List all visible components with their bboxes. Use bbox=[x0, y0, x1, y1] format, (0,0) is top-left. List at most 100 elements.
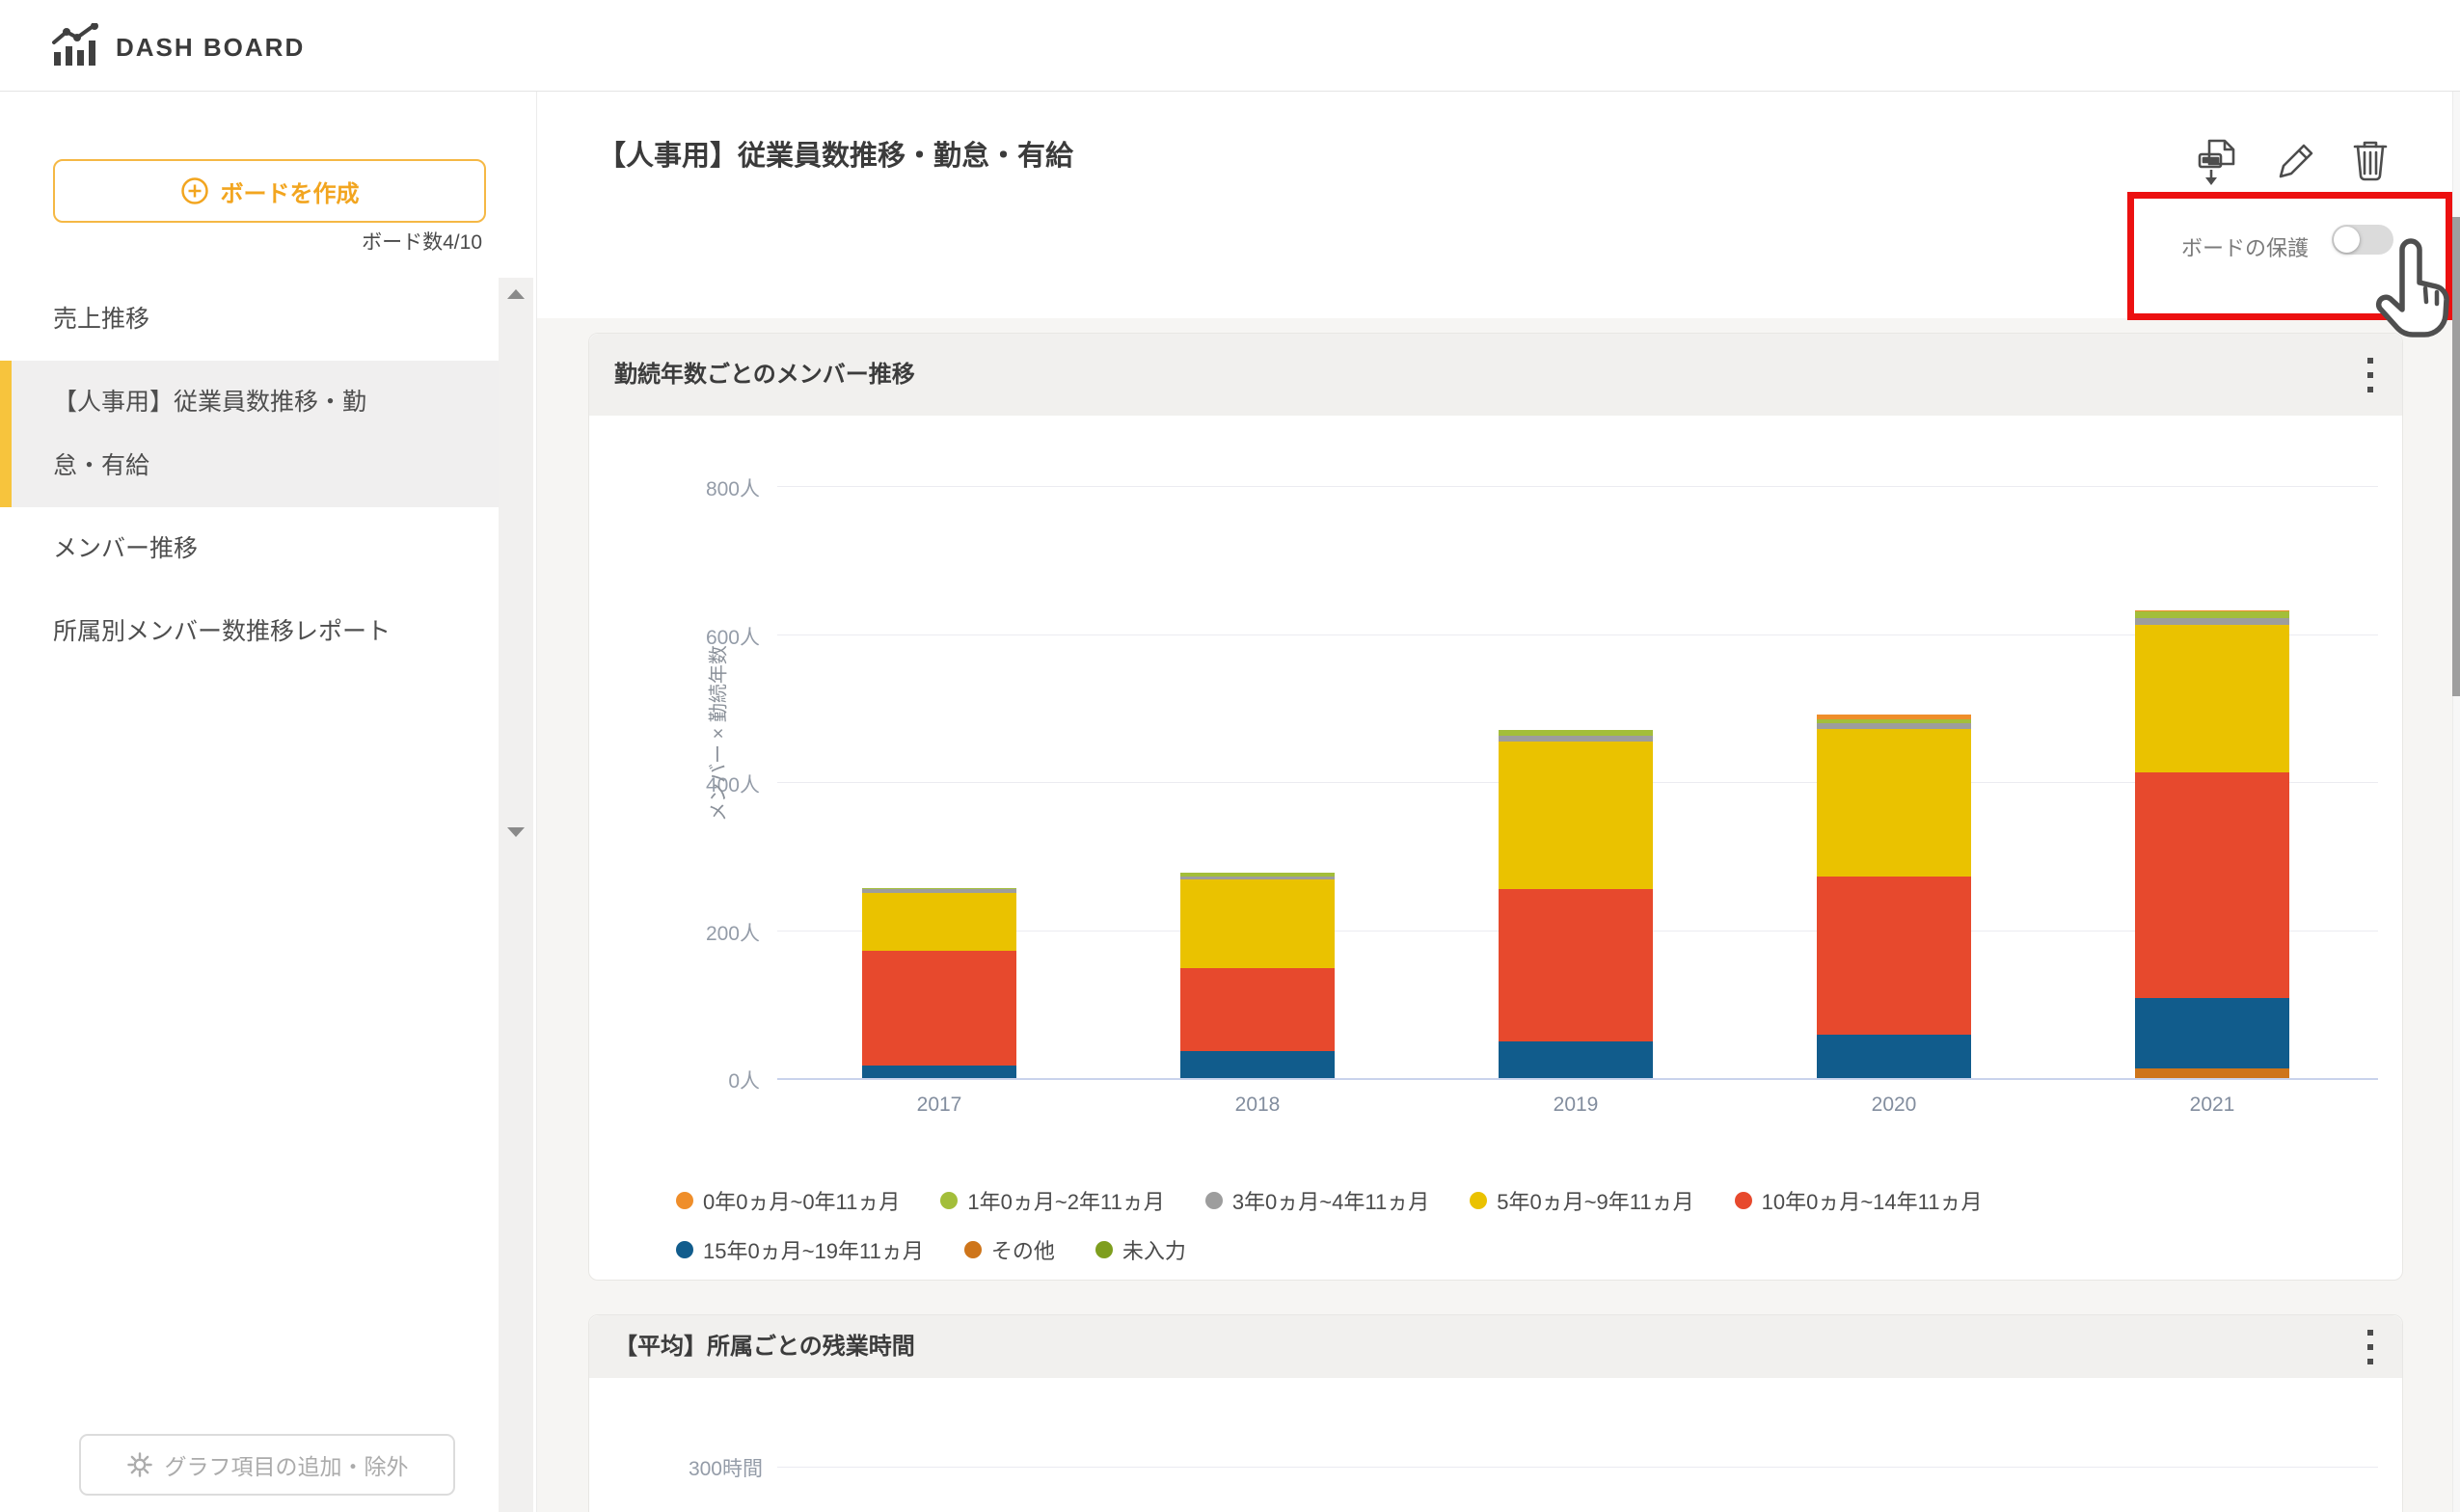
legend-dot bbox=[1735, 1192, 1752, 1209]
sidebar-item[interactable]: メンバー推移 bbox=[0, 507, 499, 590]
legend-item: 3年0ヵ月~4年11ヵ月 bbox=[1205, 1185, 1429, 1216]
card-title: 【平均】所属ごとの残業時間 bbox=[589, 1334, 915, 1360]
bar-segment bbox=[1180, 879, 1335, 968]
sidebar-item[interactable]: 売上推移 bbox=[0, 278, 499, 361]
legend-label: その他 bbox=[991, 1234, 1055, 1265]
board-count: ボード数4/10 bbox=[53, 227, 482, 256]
bar-segment bbox=[2135, 625, 2289, 773]
legend-dot bbox=[1095, 1241, 1113, 1258]
legend-label: 未入力 bbox=[1122, 1234, 1186, 1265]
graph-item-config-label: グラフ項目の追加・除外 bbox=[165, 1448, 409, 1481]
create-board-button[interactable]: ボードを作成 bbox=[53, 159, 486, 223]
bar-segment bbox=[862, 951, 1016, 1066]
app-logo-chart-icon bbox=[50, 23, 100, 72]
legend-dot bbox=[676, 1192, 693, 1209]
legend-item: 15年0ヵ月~19年11ヵ月 bbox=[676, 1234, 924, 1265]
legend-label: 15年0ヵ月~19年11ヵ月 bbox=[703, 1234, 924, 1265]
scroll-up-icon[interactable] bbox=[507, 289, 525, 299]
sidebar-item-label: 【人事用】従業員数推移・勤怠・有給 bbox=[53, 370, 392, 498]
card-header: 【平均】所属ごとの残業時間 bbox=[589, 1315, 2402, 1378]
x-tick-label: 2021 bbox=[2116, 1094, 2309, 1117]
plus-circle-icon bbox=[180, 176, 209, 205]
sidebar-item-label: 売上推移 bbox=[53, 287, 392, 351]
bar-segment bbox=[1817, 1035, 1971, 1078]
legend-label: 3年0ヵ月~4年11ヵ月 bbox=[1232, 1185, 1429, 1216]
y-tick-label: 0人 bbox=[615, 1066, 760, 1094]
chart1-legend-row-2: 15年0ヵ月~19年11ヵ月 その他 未入力 bbox=[676, 1234, 1186, 1265]
chart1-y-axis-title: メンバー × 勤続年数 bbox=[703, 589, 731, 878]
gridline bbox=[777, 1078, 2378, 1080]
legend-label: 1年0ヵ月~2年11ヵ月 bbox=[967, 1185, 1164, 1216]
x-tick-label: 2019 bbox=[1479, 1094, 1672, 1117]
bar-segment bbox=[1817, 723, 1971, 728]
sidebar: ボードを作成 ボード数4/10 売上推移【人事用】従業員数推移・勤怠・有給メンバ… bbox=[0, 92, 537, 1512]
create-board-label: ボードを作成 bbox=[221, 175, 360, 208]
bar-segment bbox=[1180, 1051, 1335, 1078]
sidebar-item-label: 所属別メンバー数推移レポート bbox=[53, 600, 392, 663]
sidebar-item[interactable]: 所属別メンバー数推移レポート bbox=[0, 590, 499, 673]
edit-pencil-icon[interactable] bbox=[2276, 141, 2316, 186]
bar-segment bbox=[1817, 719, 1971, 724]
legend-dot bbox=[1470, 1192, 1487, 1209]
legend-dot bbox=[940, 1192, 958, 1209]
dashboard-page: DASH BOARD ボードを作成 ボード数4/10 売上推移【人事用】従業員数… bbox=[0, 0, 2460, 1512]
legend-label: 0年0ヵ月~0年11ヵ月 bbox=[703, 1185, 900, 1216]
graph-item-config-button[interactable]: グラフ項目の追加・除外 bbox=[79, 1434, 455, 1496]
legend-item: 10年0ヵ月~14年11ヵ月 bbox=[1735, 1185, 1983, 1216]
bar-segment bbox=[1499, 742, 1653, 890]
chart1-legend-row-1: 0年0ヵ月~0年11ヵ月 1年0ヵ月~2年11ヵ月 3年0ヵ月~4年11ヵ月 5年0ヵ… bbox=[676, 1185, 1983, 1216]
bar-segment bbox=[2135, 611, 2289, 618]
legend-item: 未入力 bbox=[1095, 1234, 1186, 1265]
scroll-down-icon[interactable] bbox=[507, 827, 525, 837]
legend-item: 0年0ヵ月~0年11ヵ月 bbox=[676, 1185, 900, 1216]
bar-segment bbox=[1817, 877, 1971, 1034]
legend-item: その他 bbox=[964, 1234, 1055, 1265]
app-title: DASH BOARD bbox=[116, 33, 305, 63]
legend-item: 1年0ヵ月~2年11ヵ月 bbox=[940, 1185, 1164, 1216]
bar-segment bbox=[862, 888, 1016, 890]
legend-label: 5年0ヵ月~9年11ヵ月 bbox=[1497, 1185, 1693, 1216]
bar-segment bbox=[2135, 772, 2289, 998]
hand-cursor-icon bbox=[2365, 238, 2460, 343]
x-tick-label: 2018 bbox=[1161, 1094, 1354, 1117]
export-image-icon[interactable] bbox=[2197, 138, 2241, 193]
legend-dot bbox=[676, 1241, 693, 1258]
gear-icon bbox=[126, 1451, 153, 1478]
bar-segment bbox=[1499, 736, 1653, 742]
bar-segment bbox=[2135, 618, 2289, 624]
chart1-plot: 0人200人400人600人800人20172018201920202021 bbox=[589, 334, 2402, 1280]
bar-segment bbox=[1817, 715, 1971, 719]
bar-segment bbox=[1180, 877, 1335, 879]
legend-dot bbox=[964, 1241, 982, 1258]
app-header: DASH BOARD bbox=[0, 0, 2460, 92]
y-tick-label: 600人 bbox=[615, 622, 760, 651]
kebab-menu-icon[interactable] bbox=[2367, 1330, 2373, 1364]
bar-segment bbox=[1499, 889, 1653, 1041]
chart-card-overtime: 【平均】所属ごとの残業時間 300時間 bbox=[588, 1314, 2403, 1512]
board-list: 売上推移【人事用】従業員数推移・勤怠・有給メンバー推移所属別メンバー数推移レポー… bbox=[0, 278, 499, 673]
bar-segment bbox=[2135, 998, 2289, 1068]
bar-segment bbox=[1180, 968, 1335, 1051]
legend-item: 5年0ヵ月~9年11ヵ月 bbox=[1470, 1185, 1693, 1216]
bar-segment bbox=[862, 893, 1016, 951]
bar-segment bbox=[1180, 873, 1335, 878]
sidebar-scrollbar[interactable] bbox=[499, 278, 533, 1512]
x-tick-label: 2017 bbox=[843, 1094, 1036, 1117]
bar-segment bbox=[862, 1066, 1016, 1078]
page-title: 【人事用】従業員数推移・勤怠・有給 bbox=[598, 133, 1073, 174]
sidebar-item-selected[interactable]: 【人事用】従業員数推移・勤怠・有給 bbox=[0, 361, 499, 507]
y-tick-label: 800人 bbox=[615, 473, 760, 502]
bar-segment bbox=[2135, 610, 2289, 612]
y-tick-label: 400人 bbox=[615, 770, 760, 798]
chart2-gridline bbox=[777, 1467, 2378, 1468]
bar-segment bbox=[1499, 730, 1653, 735]
delete-trash-icon[interactable] bbox=[2351, 138, 2390, 187]
board-protect-label: ボードの保護 bbox=[2181, 231, 2316, 262]
legend-label: 10年0ヵ月~14年11ヵ月 bbox=[1762, 1185, 1983, 1216]
bar-segment bbox=[2135, 1068, 2289, 1078]
bar-segment bbox=[1817, 729, 1971, 878]
chart-card-members-by-tenure: 勤続年数ごとのメンバー推移 0人200人400人600人800人20172018… bbox=[588, 333, 2403, 1281]
y-tick-label: 200人 bbox=[615, 918, 760, 947]
toggle-knob[interactable] bbox=[2334, 227, 2360, 253]
legend-dot bbox=[1205, 1192, 1223, 1209]
